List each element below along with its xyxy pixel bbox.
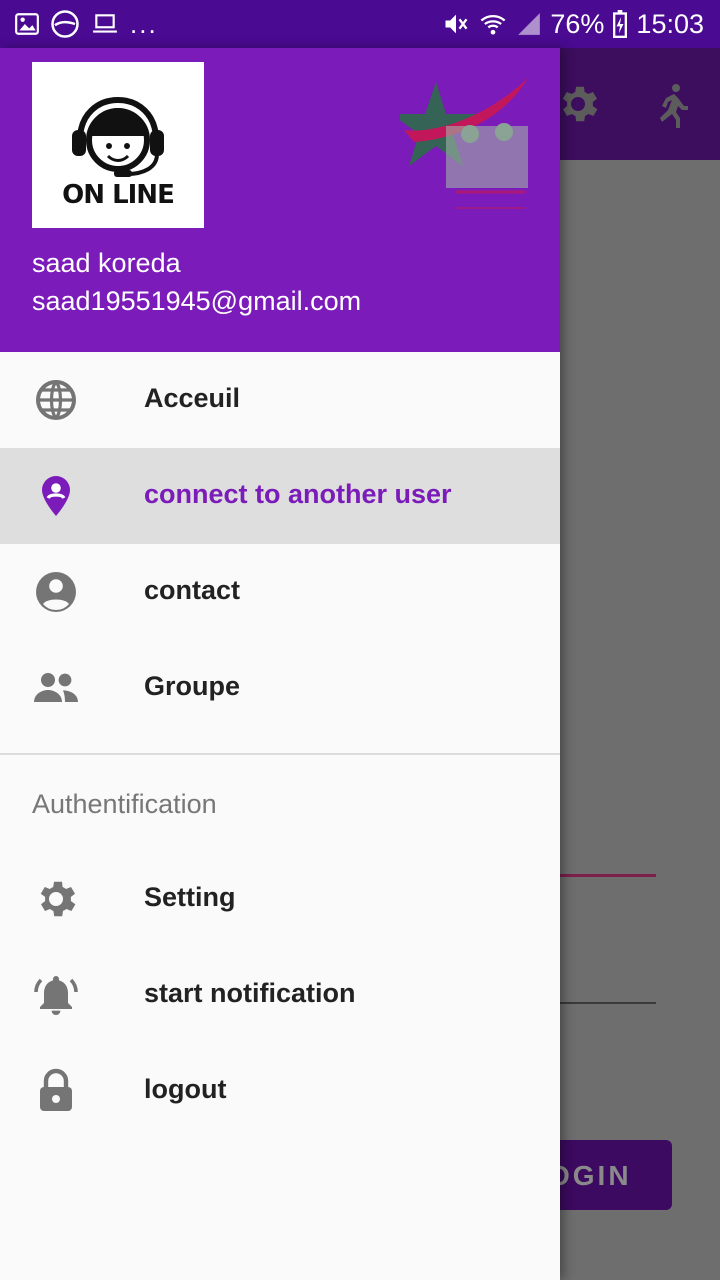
- login-button-label: OGIN: [548, 1160, 632, 1191]
- app-logo: ON LINE: [32, 62, 204, 228]
- lock-icon: [40, 1068, 72, 1111]
- battery-charging-icon: [613, 10, 628, 38]
- bell-ringing-icon: [34, 976, 78, 1015]
- menu-item-label: Acceuil: [144, 383, 241, 413]
- app-icon: [51, 10, 79, 38]
- menu-item-label: Groupe: [144, 671, 241, 701]
- input-underline: [560, 1002, 656, 1004]
- battery-percent: 76%: [550, 8, 605, 39]
- menu-item-label: connect to another user: [144, 479, 452, 509]
- overflow-indicator: ...: [130, 8, 158, 39]
- menu-item-connect-user[interactable]: connect to another user: [0, 448, 560, 544]
- input-underline-focused: [560, 874, 656, 877]
- menu-item-start-notification[interactable]: start notification: [0, 947, 560, 1043]
- logo-text: ON LINE: [62, 180, 175, 210]
- menu-item-label: contact: [144, 575, 241, 605]
- clock: 15:03: [636, 8, 704, 39]
- user-email: saad19551945@gmail.com: [32, 286, 362, 316]
- image-icon: [15, 13, 39, 35]
- signal-icon: [518, 13, 541, 35]
- mute-icon: [445, 14, 468, 34]
- menu-item-label: start notification: [144, 978, 356, 1008]
- menu-item-groupe[interactable]: Groupe: [0, 640, 560, 736]
- user-name: saad koreda: [32, 248, 181, 278]
- menu-item-label: Setting: [144, 882, 236, 912]
- globe-icon: [36, 380, 76, 420]
- headset-icon: [72, 96, 164, 177]
- drawer-menu: Acceuil connect to another user contact …: [0, 352, 560, 1139]
- navigation-drawer: ON LINE saad koreda saad19551945@gmail.c…: [0, 48, 560, 1280]
- section-title: Authentification: [0, 755, 560, 851]
- laptop-icon: [93, 14, 117, 33]
- gear-icon: [40, 881, 76, 917]
- group-icon: [34, 673, 78, 702]
- wifi-icon: [480, 14, 506, 35]
- menu-item-label: logout: [144, 1074, 227, 1104]
- account-circle-icon: [36, 572, 76, 612]
- emblem-icon: [400, 78, 528, 209]
- drawer-header: ON LINE saad koreda saad19551945@gmail.c…: [0, 48, 560, 352]
- menu-item-setting[interactable]: Setting: [0, 851, 560, 947]
- location-pin-icon: [42, 476, 70, 516]
- section-title-label: Authentification: [32, 789, 217, 819]
- status-bar: ... 76% 15:03: [0, 0, 720, 48]
- run-icon[interactable]: [648, 80, 696, 128]
- menu-item-logout[interactable]: logout: [0, 1043, 560, 1139]
- gear-icon[interactable]: [554, 80, 602, 128]
- menu-item-acceuil[interactable]: Acceuil: [0, 352, 560, 448]
- menu-item-contact[interactable]: contact: [0, 544, 560, 640]
